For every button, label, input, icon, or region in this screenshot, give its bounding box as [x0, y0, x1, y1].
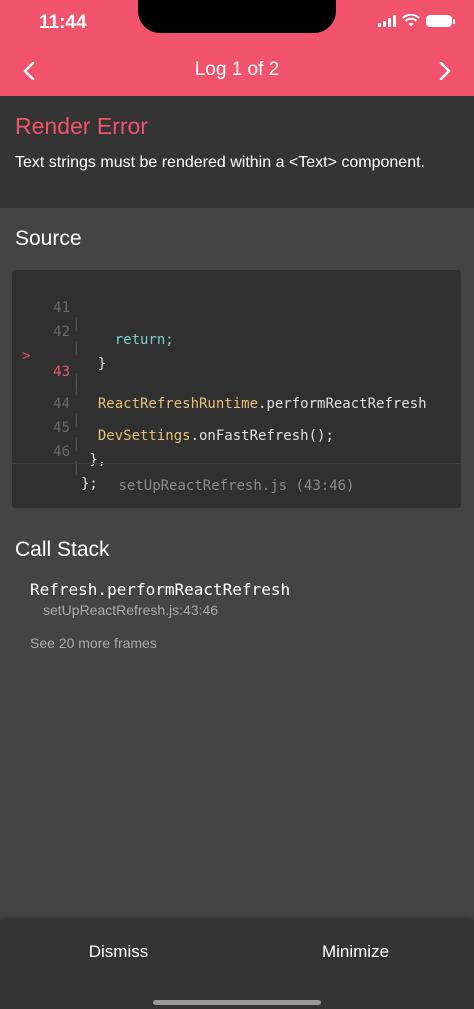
- chevron-right-icon: [439, 62, 451, 80]
- error-message: Text strings must be rendered within a <…: [15, 154, 425, 171]
- minimize-button[interactable]: Minimize: [237, 942, 474, 962]
- source-section-title: Source: [15, 227, 82, 250]
- code-text: },: [81, 452, 107, 468]
- next-log-button[interactable]: [430, 58, 460, 84]
- code-line-highlighted: > 43 | ReactRefreshRuntime.performReactR…: [12, 332, 461, 412]
- signal-icon: [378, 14, 396, 27]
- wifi-icon: [402, 14, 420, 27]
- code-line: 46 | };: [12, 428, 461, 492]
- status-time: 11:44: [39, 12, 87, 33]
- status-icons: [378, 14, 455, 27]
- callstack-section-title: Call Stack: [15, 538, 110, 561]
- code-line: 42 | }: [12, 308, 461, 372]
- battery-icon: [426, 14, 455, 27]
- device-notch: [138, 0, 336, 33]
- stack-frame-location[interactable]: setUpReactRefresh.js:43:46: [43, 602, 218, 618]
- see-more-frames-link[interactable]: See 20 more frames: [30, 635, 157, 651]
- code-line: |: [12, 356, 461, 388]
- log-counter-title: Log 1 of 2: [194, 59, 280, 80]
- dismiss-button[interactable]: Dismiss: [0, 942, 237, 962]
- code-divider: [12, 463, 461, 464]
- code-line: 45 | },: [12, 404, 461, 468]
- line-number: 46: [53, 444, 70, 460]
- footer-bar: Dismiss Minimize: [0, 920, 474, 1009]
- source-file-link[interactable]: setUpReactRefresh.js (43:46): [12, 478, 461, 494]
- error-title: Render Error: [15, 113, 148, 139]
- home-indicator[interactable]: [153, 1000, 321, 1005]
- source-code-frame: 41 | return; 42 | } > 43 | ReactRefreshR…: [12, 270, 461, 508]
- code-line: 44 | DevSettings.onFastRefresh();: [12, 380, 461, 444]
- stack-frame-name[interactable]: Refresh.performReactRefresh: [30, 580, 290, 599]
- code-line: 41 | return;: [12, 284, 461, 348]
